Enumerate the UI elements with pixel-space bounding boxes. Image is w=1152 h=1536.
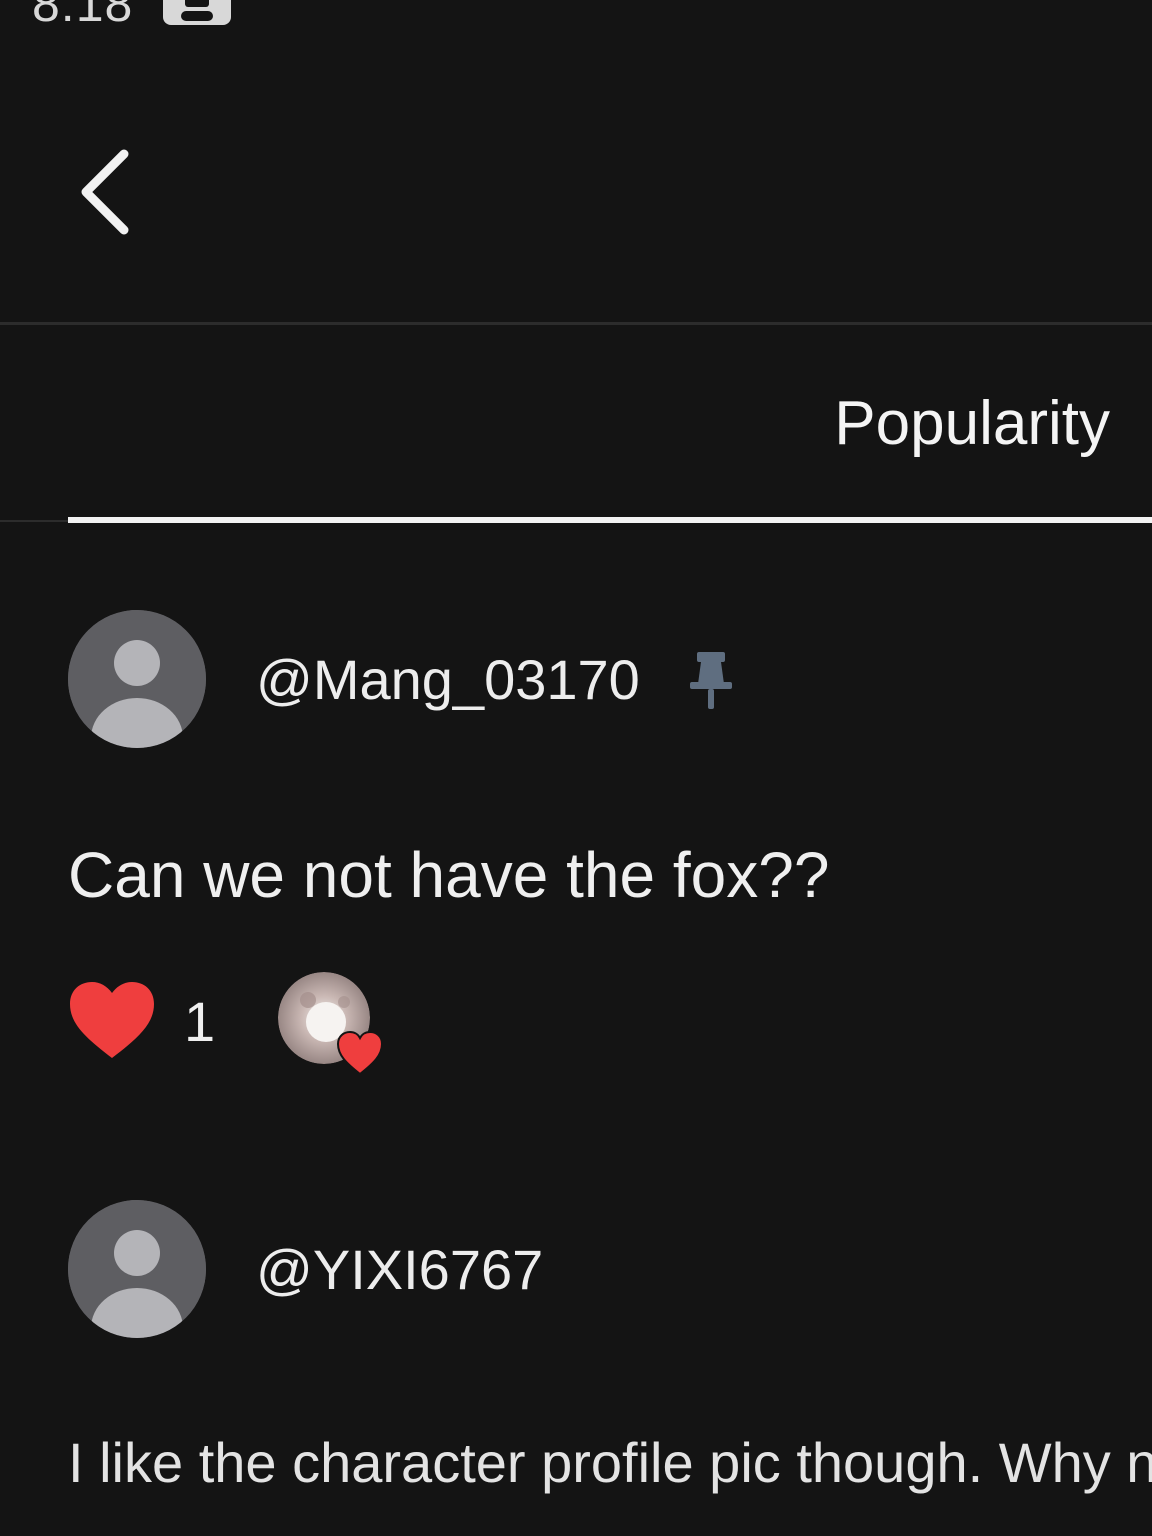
- header-divider: [0, 322, 1152, 325]
- pin-icon: [684, 648, 738, 714]
- back-button[interactable]: [70, 140, 150, 240]
- like-count: 1: [184, 990, 216, 1053]
- sort-popularity-tab[interactable]: Popularity: [834, 388, 1110, 460]
- creator-liked-heart-icon: [336, 1030, 384, 1076]
- default-avatar-icon: [68, 610, 206, 748]
- heart-icon: [70, 982, 154, 1058]
- default-avatar-icon: [68, 1200, 206, 1338]
- avatar[interactable]: [68, 610, 206, 748]
- avatar[interactable]: [68, 1200, 206, 1338]
- comments-screen: 8:18 Popularity @Mang_03170 Can we not h…: [0, 0, 1152, 1536]
- status-time: 8:18: [32, 0, 134, 32]
- comment-text: Can we not have the fox??: [68, 839, 830, 911]
- comment-username[interactable]: @Mang_03170: [256, 648, 640, 712]
- active-tab-indicator: [68, 517, 1152, 523]
- like-button[interactable]: [66, 978, 158, 1062]
- comment-username[interactable]: @YIXI6767: [256, 1238, 543, 1302]
- tab-divider: [0, 520, 70, 522]
- notification-app-icon: [161, 0, 233, 29]
- status-bar: 8:18: [32, 0, 233, 34]
- creator-liked-badge: [278, 972, 394, 1084]
- comment-text: I like the character profile pic though.…: [68, 1431, 1152, 1494]
- chevron-left-icon: [81, 149, 129, 235]
